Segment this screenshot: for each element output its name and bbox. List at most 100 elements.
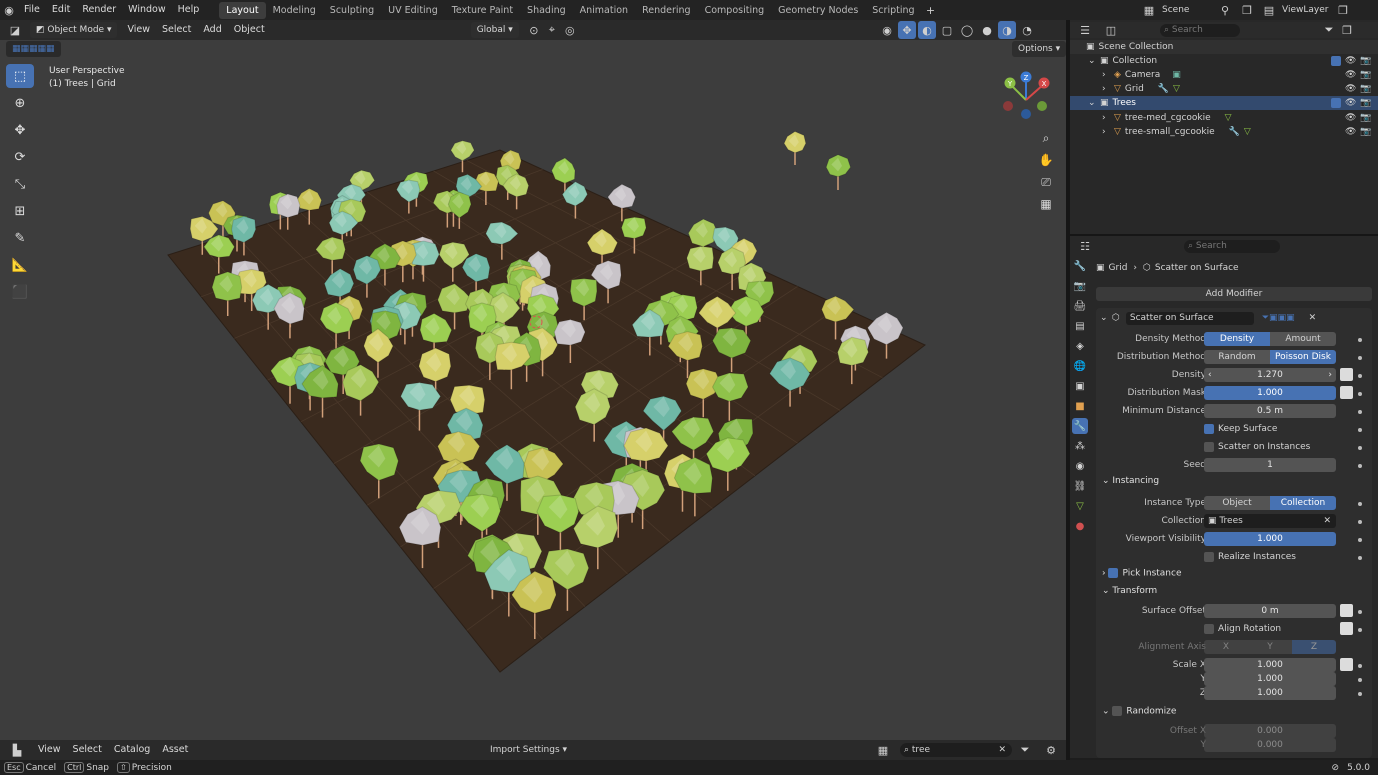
modifier-toggle-icons[interactable]: ⏷▣▣▣ — [1262, 313, 1295, 323]
tab-shading[interactable]: Shading — [520, 2, 573, 19]
outliner-row-tree-small[interactable]: › ▽ tree-small_cgcookie 🔧 ▽ 👁 📷 — [1070, 125, 1378, 139]
collection-option[interactable]: Collection — [1270, 496, 1336, 510]
scene-icon[interactable]: ▦ — [1140, 1, 1158, 19]
scene-render[interactable] — [0, 40, 1066, 740]
editor-type-icon[interactable]: ▙ — [8, 741, 26, 759]
eye-icon[interactable]: 👁 — [1345, 98, 1356, 108]
menu-window[interactable]: Window — [122, 0, 171, 20]
new-collection-icon[interactable]: ❐ — [1338, 21, 1356, 39]
chevron-right-icon[interactable]: › — [1102, 84, 1114, 94]
gizmo-icon[interactable]: ✥ — [898, 21, 916, 39]
keyframe-dot[interactable] — [1358, 446, 1362, 450]
constraints-tab-icon[interactable]: ⛓ — [1072, 478, 1088, 494]
properties-search[interactable]: ⌕ Search — [1184, 239, 1280, 253]
offset-x-field[interactable]: 0.000 — [1204, 724, 1336, 738]
tab-scripting[interactable]: Scripting — [865, 2, 921, 19]
viewport-visibility-field[interactable]: 1.000 — [1204, 532, 1336, 546]
alignment-axis-selector[interactable]: X Y Z — [1204, 640, 1336, 654]
pan-hand-icon[interactable]: ✋ — [1036, 150, 1056, 170]
measure-icon[interactable]: 📐 — [6, 253, 34, 277]
menu-file[interactable]: File — [18, 0, 46, 20]
chevron-right-icon[interactable]: › — [1102, 127, 1114, 137]
display-size-icon[interactable]: ▦ — [874, 741, 892, 759]
scale-y-field[interactable]: 1.000 — [1204, 672, 1336, 686]
perspective-grid-icon[interactable]: ▦ — [1036, 194, 1056, 214]
random-option[interactable]: Random — [1204, 350, 1270, 364]
transform-icon[interactable]: ⊞ — [6, 199, 34, 223]
keyframe-dot[interactable] — [1358, 664, 1362, 668]
outliner-row-grid[interactable]: › ▽ Grid 🔧 ▽ 👁 📷 — [1070, 82, 1378, 96]
seed-field[interactable]: 1 — [1204, 458, 1336, 472]
scene-selector[interactable]: Scene — [1162, 5, 1212, 15]
xray-icon[interactable]: ▢ — [938, 21, 956, 39]
asset-menu-asset[interactable]: Asset — [156, 740, 194, 760]
eye-icon[interactable]: 👁 — [1345, 127, 1356, 137]
eye-icon[interactable]: 👁 — [1345, 113, 1356, 123]
add-cube-icon[interactable]: ⬛ — [6, 280, 34, 304]
keyframe-dot[interactable] — [1358, 392, 1362, 396]
breadcrumb-modifier[interactable]: Scatter on Surface — [1155, 263, 1239, 273]
keyframe-dot[interactable] — [1358, 520, 1362, 524]
keep-surface-checkbox[interactable]: Keep Surface — [1204, 422, 1277, 436]
tab-uv-editing[interactable]: UV Editing — [381, 2, 445, 19]
asset-menu-select[interactable]: Select — [67, 740, 108, 760]
camera-render-icon[interactable]: 📷 — [1360, 84, 1371, 94]
instance-type-selector[interactable]: Object Collection — [1204, 496, 1336, 510]
outliner-row-camera[interactable]: › ◈ Camera ▣ 👁 📷 — [1070, 68, 1378, 82]
keyframe-dot[interactable] — [1358, 610, 1362, 614]
render-tab-icon[interactable]: 📷 — [1072, 278, 1088, 294]
add-workspace-icon[interactable]: + — [922, 1, 940, 19]
new-view-layer-icon[interactable]: ❐ — [1334, 1, 1352, 19]
chevron-down-icon[interactable]: ⌄ — [1100, 313, 1112, 323]
modifier-name-field[interactable]: Scatter on Surface — [1125, 311, 1254, 325]
attribute-toggle-icon[interactable] — [1340, 622, 1353, 635]
decrement-icon[interactable]: ‹ — [1208, 368, 1212, 382]
viewport-menu-object[interactable]: Object — [228, 20, 271, 40]
rendered-shading-icon[interactable]: ◔ — [1018, 21, 1036, 39]
attribute-toggle-icon[interactable] — [1340, 658, 1353, 671]
camera-render-icon[interactable]: 📷 — [1360, 56, 1371, 66]
physics-tab-icon[interactable]: ◉ — [1072, 458, 1088, 474]
outliner-row-tree-med[interactable]: › ▽ tree-med_cgcookie ▽ 👁 📷 — [1070, 111, 1378, 125]
density-option[interactable]: Density — [1204, 332, 1270, 346]
settings-gear-icon[interactable]: ⚙ — [1042, 741, 1060, 759]
particles-tab-icon[interactable]: ⁂ — [1072, 438, 1088, 454]
filter-icon[interactable]: ⏷ — [1016, 741, 1034, 759]
axis-y-option[interactable]: Y — [1248, 640, 1292, 654]
visibility-icon[interactable]: ◉ — [878, 21, 896, 39]
options-button[interactable]: Options ▾ — [1012, 41, 1066, 57]
include-checkbox[interactable] — [1331, 98, 1341, 108]
eye-icon[interactable]: 👁 — [1345, 56, 1356, 66]
keyframe-dot[interactable] — [1358, 374, 1362, 378]
keyframe-dot[interactable] — [1358, 410, 1362, 414]
viewport-menu-view[interactable]: View — [121, 20, 156, 40]
viewport-menu-select[interactable]: Select — [156, 20, 197, 40]
keyframe-dot[interactable] — [1358, 538, 1362, 542]
transform-orientation[interactable]: Global ▾ — [470, 22, 519, 38]
asset-search-field[interactable]: ⌕ tree ✕ — [900, 743, 1012, 757]
amount-option[interactable]: Amount — [1270, 332, 1336, 346]
display-mode-icon[interactable]: ◫ — [1102, 21, 1120, 39]
instancing-section[interactable]: ⌄ Instancing — [1102, 476, 1159, 486]
chevron-down-icon[interactable]: ⌄ — [1088, 98, 1100, 108]
breadcrumb-object[interactable]: Grid — [1109, 263, 1128, 273]
asset-menu-view[interactable]: View — [32, 740, 67, 760]
tab-modeling[interactable]: Modeling — [266, 2, 323, 19]
outliner-row-scene-collection[interactable]: ▣ Scene Collection — [1070, 40, 1378, 54]
keyframe-dot[interactable] — [1358, 464, 1362, 468]
outliner-search[interactable]: ⌕ Search — [1160, 23, 1240, 37]
object-option[interactable]: Object — [1204, 496, 1270, 510]
keyframe-dot[interactable] — [1358, 338, 1362, 342]
tab-layout[interactable]: Layout — [219, 1, 266, 19]
menu-help[interactable]: Help — [172, 0, 206, 20]
material-shading-icon[interactable]: ◑ — [998, 21, 1016, 39]
menu-render[interactable]: Render — [76, 0, 122, 20]
zoom-icon[interactable]: ⌕ — [1036, 128, 1056, 148]
density-field[interactable]: ‹ 1.270 › — [1204, 368, 1336, 382]
material-tab-icon[interactable]: ● — [1072, 518, 1088, 534]
distribution-mask-field[interactable]: 1.000 — [1204, 386, 1336, 400]
eye-icon[interactable]: 👁 — [1345, 84, 1356, 94]
tab-animation[interactable]: Animation — [573, 2, 635, 19]
increment-icon[interactable]: › — [1328, 368, 1332, 382]
data-tab-icon[interactable]: ▽ — [1072, 498, 1088, 514]
